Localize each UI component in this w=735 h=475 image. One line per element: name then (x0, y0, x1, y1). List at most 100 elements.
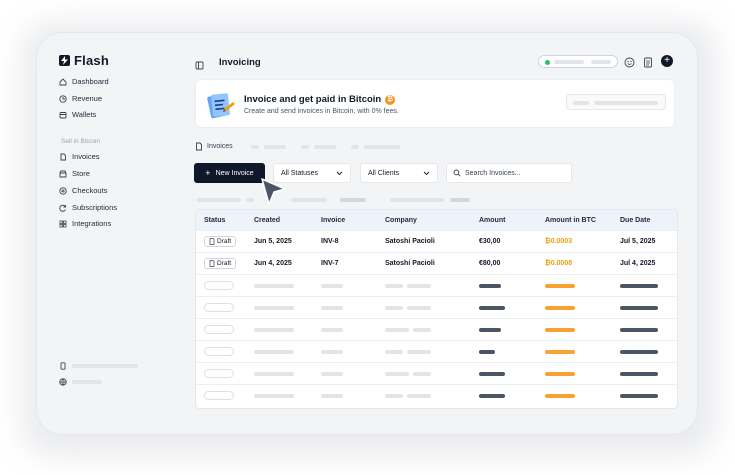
client-filter-select[interactable]: All Clients (360, 163, 438, 183)
filter-placeholder (246, 198, 254, 202)
tab-placeholder[interactable] (313, 144, 336, 149)
placeholder-bar (479, 349, 495, 354)
chevron-down-icon (336, 171, 343, 175)
status-text: Draft (217, 260, 232, 267)
column-header[interactable]: Due Date (620, 217, 650, 224)
sidebar-item-placeholder[interactable] (59, 378, 189, 386)
search-input[interactable]: Search Invoices... (446, 163, 572, 183)
placeholder-bar (620, 349, 658, 354)
table-row-skeleton (196, 340, 677, 362)
placeholder-bar (479, 305, 505, 310)
placeholder-pill (204, 325, 234, 334)
due-date: Jul 5, 2025 (620, 238, 656, 245)
status-badge: Draft (204, 258, 237, 269)
placeholder-pill (204, 281, 234, 290)
bitcoin-icon: ₿ (385, 94, 396, 105)
document-icon[interactable] (643, 55, 653, 73)
sidebar-item-checkouts[interactable]: Checkouts (59, 186, 189, 195)
column-header[interactable]: Company (385, 217, 417, 224)
document-icon (209, 238, 215, 245)
new-invoice-button[interactable]: + New Invoice (194, 163, 265, 183)
banner-action-button[interactable] (566, 94, 666, 110)
column-header[interactable]: Amount (479, 217, 505, 224)
clock-icon (59, 94, 67, 103)
placeholder-bar (545, 371, 575, 376)
placeholder-bar (254, 393, 294, 398)
placeholder-bar (413, 327, 431, 332)
amount: €80,00 (479, 260, 501, 267)
column-header[interactable]: Created (254, 217, 280, 224)
sidebar-item-label: Checkouts (72, 186, 108, 195)
sidebar-item-store[interactable]: Store (59, 169, 189, 178)
sidebar-item-label: Subscriptions (72, 203, 118, 212)
status-indicator[interactable] (538, 55, 618, 68)
tab-placeholder[interactable] (263, 144, 286, 149)
tab-invoices[interactable]: Invoices (195, 142, 233, 151)
banner-subtitle: Create and send invoices in Bitcoin, wit… (244, 108, 399, 115)
invoice-icon (60, 153, 66, 160)
table-row-skeleton (196, 318, 677, 340)
placeholder-bar (594, 101, 658, 105)
invoice-illustration-icon (206, 91, 236, 126)
phone-icon (60, 362, 66, 370)
smiley-icon[interactable] (624, 55, 635, 73)
table-row[interactable]: Draft Jun 4, 2025 INV-7 Satoshi Pacioli … (196, 252, 677, 274)
banner-title: Invoice and get paid in Bitcoin ₿ (244, 94, 396, 105)
invoice-number[interactable]: INV-8 (321, 238, 339, 245)
document-icon (209, 260, 215, 267)
column-header[interactable]: Status (204, 217, 225, 224)
filter-placeholder (291, 198, 327, 202)
refresh-icon (59, 204, 66, 212)
placeholder-bar (385, 371, 409, 376)
search-placeholder: Search Invoices... (465, 169, 521, 177)
chevron-down-icon (423, 171, 430, 175)
column-header[interactable]: Invoice (321, 217, 345, 224)
logo[interactable]: Flash (59, 53, 109, 68)
client-filter-value: All Clients (368, 169, 400, 177)
table-row[interactable]: Draft Jun 5, 2025 INV-8 Satoshi Pacioli … (196, 230, 677, 252)
placeholder-bar (321, 283, 343, 288)
tab-placeholder[interactable] (250, 144, 259, 149)
placeholder-bar (545, 349, 575, 354)
table-row-skeleton (196, 384, 677, 406)
placeholder-bar (407, 349, 431, 354)
created-date: Jun 5, 2025 (254, 238, 292, 245)
banner-title-text: Invoice and get paid in Bitcoin (244, 94, 382, 105)
company-name: Satoshi Pacioli (385, 238, 435, 245)
filter-placeholder (390, 198, 444, 202)
sidebar-item-placeholder[interactable] (59, 362, 189, 370)
invoice-number[interactable]: INV-7 (321, 260, 339, 267)
new-invoice-label: New Invoice (215, 169, 254, 177)
sidebar-section-label: Sell in Bitcoin (61, 138, 101, 145)
table-header: Status Created Invoice Company Amount Am… (196, 210, 677, 230)
wallet-icon (59, 111, 67, 118)
sidebar-item-dashboard[interactable]: Dashboard (59, 77, 189, 86)
sidebar-item-label: Wallets (72, 110, 97, 119)
sidebar-item-wallets[interactable]: Wallets (59, 110, 189, 119)
placeholder-pill (204, 303, 234, 312)
tab-placeholder[interactable] (363, 144, 400, 149)
amount-btc: ₿0.0003 (545, 238, 573, 245)
placeholder-bar (321, 371, 343, 376)
column-header[interactable]: Amount in BTC (545, 217, 596, 224)
promo-banner: Invoice and get paid in Bitcoin ₿ Create… (195, 79, 675, 128)
placeholder-bar (545, 327, 575, 332)
placeholder-bar (72, 380, 102, 384)
placeholder-bar (479, 327, 501, 332)
placeholder-bar (385, 393, 403, 398)
status-filter-value: All Statuses (281, 169, 318, 177)
sidebar-toggle-icon[interactable] (195, 57, 204, 75)
grid-icon (59, 220, 67, 227)
table-row-skeleton (196, 362, 677, 384)
plus-icon: + (205, 168, 211, 178)
placeholder-bar (573, 101, 589, 105)
sidebar-item-invoices[interactable]: Invoices (59, 152, 189, 161)
sidebar-item-integrations[interactable]: Integrations (59, 219, 189, 228)
search-icon (453, 169, 461, 177)
add-button[interactable]: + (661, 55, 673, 67)
tab-placeholder[interactable] (300, 144, 309, 149)
sidebar-item-revenue[interactable]: Revenue (59, 94, 189, 103)
placeholder-bar (554, 60, 584, 64)
tab-placeholder[interactable] (350, 144, 359, 149)
sidebar-item-subscriptions[interactable]: Subscriptions (59, 203, 189, 212)
